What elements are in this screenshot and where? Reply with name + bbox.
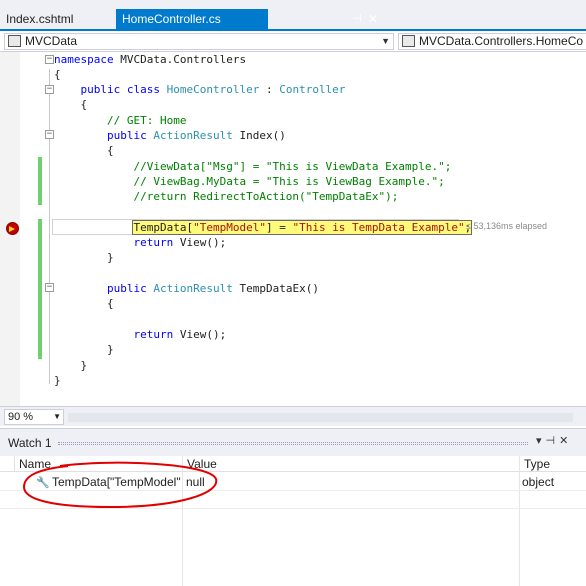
- navigation-bar: MVCData ▼ MVCData.Controllers.HomeCo: [0, 31, 586, 52]
- code-line: }: [54, 343, 114, 356]
- close-icon[interactable]: ✕: [368, 9, 378, 29]
- watch-empty-row[interactable]: [0, 491, 586, 509]
- zoom-value: 90 %: [8, 411, 34, 423]
- code-line: {: [54, 144, 114, 157]
- code-line: {: [54, 68, 61, 81]
- tab-label: HomeController.cs: [122, 12, 221, 26]
- type-dropdown-label: MVCData.Controllers.HomeCo: [419, 34, 584, 48]
- class-icon: [402, 35, 415, 47]
- chevron-down-icon[interactable]: ▼: [53, 410, 61, 424]
- column-header-value[interactable]: Value: [182, 456, 518, 472]
- change-tracking-bar: [38, 219, 42, 359]
- code-line-current-statement: TempData["TempModel"] = "This is TempDat…: [132, 220, 473, 235]
- pin-icon[interactable]: ⊣: [546, 434, 560, 447]
- watch-type: object: [522, 475, 555, 489]
- editor-status-bar: 90 % ▼: [0, 406, 586, 426]
- code-line: //return RedirectToAction("TempDataEx");: [133, 190, 399, 203]
- code-line: return View();: [133, 328, 227, 341]
- code-line: }: [54, 251, 114, 264]
- column-header-type[interactable]: Type: [519, 456, 586, 472]
- code-line: {: [54, 297, 114, 310]
- zoom-dropdown[interactable]: 90 % ▼: [4, 409, 64, 425]
- close-icon[interactable]: ✕: [559, 434, 572, 447]
- code-line: return View();: [133, 236, 227, 249]
- code-line: {: [54, 98, 88, 111]
- window-buttons[interactable]: ▾⊣✕: [536, 434, 572, 447]
- csharp-project-icon: [8, 35, 21, 47]
- code-line: namespace MVCData.Controllers: [54, 53, 247, 66]
- watch-name[interactable]: TempData["TempModel": [52, 473, 182, 491]
- chevron-down-icon[interactable]: ▼: [381, 34, 390, 49]
- code-line: //ViewData["Msg"] = "This is ViewData Ex…: [133, 160, 452, 173]
- column-header-name[interactable]: Name: [14, 456, 180, 472]
- watch-window: Watch 1 ▾⊣✕ Name Value Type 🔧 TempData["…: [0, 428, 586, 586]
- watch-window-title: Watch 1: [8, 436, 52, 450]
- collapse-icon[interactable]: −: [45, 85, 54, 94]
- collapse-icon[interactable]: −: [45, 283, 54, 292]
- code-line: public ActionResult TempDataEx(): [106, 282, 319, 295]
- tab-homecontroller-cs[interactable]: HomeController.cs ⊣ ✕: [116, 9, 378, 29]
- breakpoint-current-statement-icon[interactable]: [6, 222, 19, 235]
- dropdown-icon[interactable]: ▾: [536, 434, 546, 447]
- document-tab-strip: Index.cshtml HomeController.cs ⊣ ✕: [0, 0, 586, 31]
- project-dropdown[interactable]: MVCData ▼: [4, 33, 394, 50]
- perftip-elapsed[interactable]: ≤ 53,136ms elapsed: [466, 221, 547, 231]
- code-line: // ViewBag.MyData = "This is ViewBag Exa…: [133, 175, 445, 188]
- code-editor[interactable]: − − − − namespace MVCData.Controllers { …: [0, 52, 586, 406]
- watch-row[interactable]: 🔧 TempData["TempModel" null object: [0, 473, 586, 491]
- code-line: }: [54, 374, 61, 387]
- project-dropdown-label: MVCData: [25, 34, 78, 48]
- code-line: public ActionResult Index(): [106, 129, 286, 142]
- collapse-icon[interactable]: −: [45, 130, 54, 139]
- horizontal-scrollbar[interactable]: [68, 413, 573, 422]
- type-dropdown[interactable]: MVCData.Controllers.HomeCo: [398, 33, 586, 50]
- collapse-icon[interactable]: −: [45, 55, 54, 64]
- code-line: }: [54, 359, 88, 372]
- pin-icon[interactable]: ⊣: [352, 9, 362, 29]
- titlebar-grip: [58, 442, 528, 445]
- tab-index-cshtml[interactable]: Index.cshtml: [0, 9, 112, 29]
- watch-value[interactable]: null: [186, 473, 506, 491]
- code-line: // GET: Home: [106, 114, 187, 127]
- watch-header-row: Name Value Type: [0, 456, 586, 472]
- wrench-icon: 🔧: [36, 476, 50, 489]
- code-line: public class HomeController : Controller: [80, 83, 346, 96]
- change-tracking-bar: [38, 157, 42, 205]
- watch-window-titlebar[interactable]: Watch 1 ▾⊣✕: [0, 429, 586, 456]
- tab-label: Index.cshtml: [6, 12, 74, 26]
- outline-guide: [49, 69, 50, 384]
